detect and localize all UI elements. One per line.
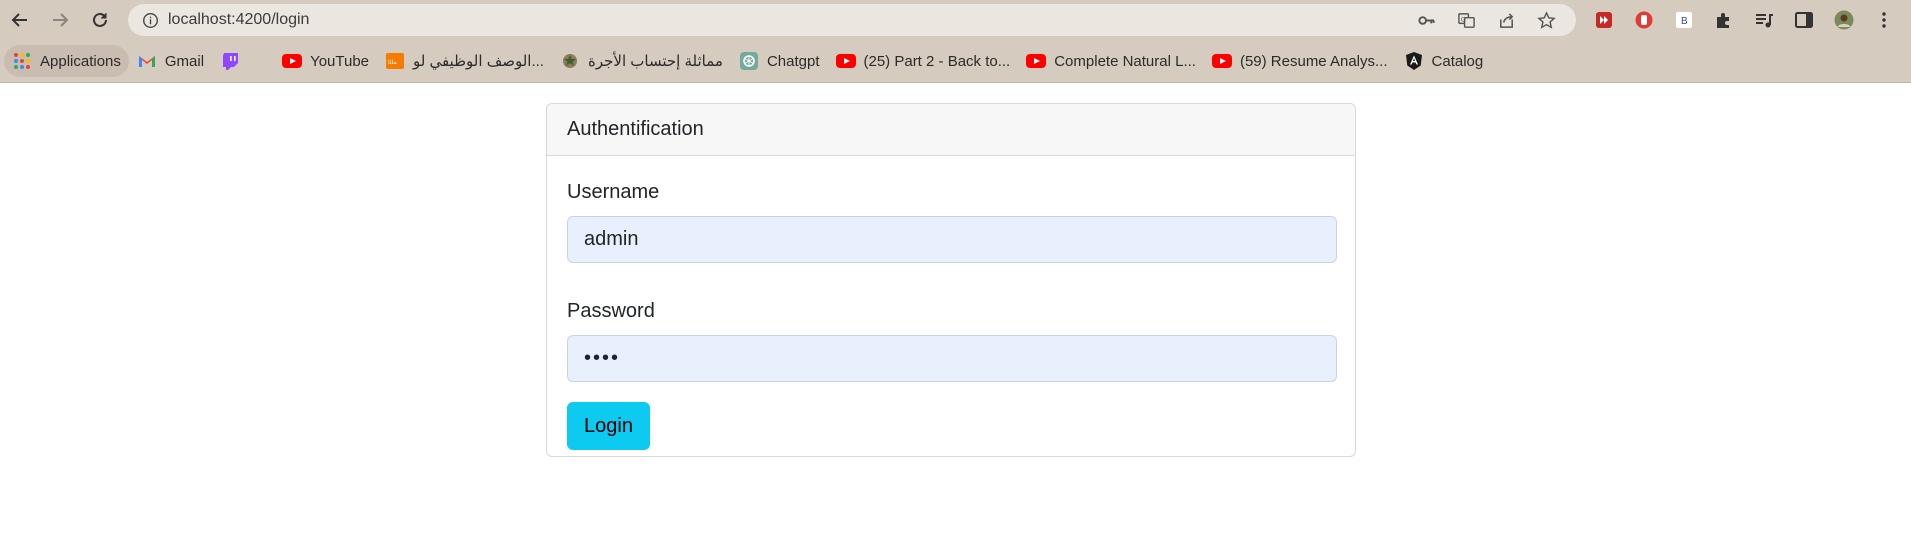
password-input[interactable]	[567, 335, 1337, 382]
back-button[interactable]	[0, 0, 40, 40]
bookmark-job-description[interactable]: ﻪﻠﻟا الوصف الوظيفي لو...	[377, 45, 552, 77]
svg-text:B: B	[1681, 16, 1688, 27]
star-icon[interactable]	[1526, 4, 1566, 36]
side-panel-icon[interactable]	[1784, 0, 1824, 40]
bookmark-label: YouTube	[310, 52, 370, 70]
bookmark-part2-video[interactable]: (25) Part 2 - Back to...	[828, 45, 1019, 77]
site-info-icon[interactable]	[132, 4, 168, 36]
url-text: localhost:4200/login	[168, 11, 310, 28]
angular-icon	[1404, 51, 1424, 71]
apps-grid-icon	[12, 51, 32, 71]
bookmarks-bar: Applications Gmail YouTube ﻪﻠﻟا الوصف ال…	[0, 40, 1911, 83]
password-label: Password	[567, 300, 655, 322]
username-label: Username	[567, 181, 660, 203]
extension-b-icon[interactable]: B	[1664, 0, 1704, 40]
youtube-icon	[282, 51, 303, 71]
bookmark-label: Catalog	[1431, 52, 1484, 70]
reload-button[interactable]	[80, 0, 120, 40]
bookmark-label: الوصف الوظيفي لو...	[413, 53, 544, 70]
arrow-right-icon	[53, 13, 69, 27]
card-header: Authentification	[547, 104, 1355, 156]
forward-button[interactable]	[40, 0, 80, 40]
youtube-icon	[1211, 51, 1232, 71]
bookmark-catalog[interactable]: Catalog	[1396, 45, 1492, 77]
arrow-left-icon	[11, 13, 27, 27]
share-icon[interactable]	[1486, 4, 1526, 36]
svg-text:ﻪﻠﻟا: ﻪﻠﻟا	[388, 59, 397, 66]
username-input[interactable]	[567, 216, 1337, 263]
extension-red-play-icon[interactable]	[1584, 0, 1624, 40]
login-card: Authentification Username Password Login	[546, 103, 1356, 457]
extensions-puzzle-icon[interactable]	[1704, 0, 1744, 40]
media-queue-icon[interactable]	[1744, 0, 1784, 40]
twitch-icon	[220, 51, 240, 71]
bookmark-resume-video[interactable]: (59) Resume Analys...	[1204, 45, 1396, 77]
site-logo-icon: ﻪﻠﻟا	[385, 51, 405, 71]
gmail-icon	[137, 51, 157, 71]
svg-text:G: G	[1460, 16, 1465, 23]
login-button[interactable]: Login	[567, 402, 650, 450]
bookmark-youtube[interactable]: YouTube	[274, 45, 377, 77]
key-icon[interactable]	[1406, 4, 1446, 36]
chrome-menu-icon[interactable]	[1864, 0, 1904, 40]
bookmark-fare-calculation[interactable]: مماثلة إحتساب الأجرة	[552, 45, 731, 77]
youtube-icon	[1026, 51, 1047, 71]
bookmark-label: Complete Natural L...	[1054, 52, 1196, 70]
reload-icon	[93, 12, 107, 27]
bookmark-applications[interactable]: Applications	[4, 45, 129, 77]
bookmark-twitch[interactable]	[212, 45, 248, 77]
bookmark-chatgpt[interactable]: Chatgpt	[731, 45, 828, 77]
bookmark-gmail[interactable]: Gmail	[129, 45, 212, 77]
chatgpt-icon	[739, 51, 759, 71]
youtube-icon	[835, 51, 856, 71]
bookmark-label: (25) Part 2 - Back to...	[863, 52, 1011, 70]
bookmark-label: Applications	[40, 52, 121, 70]
bookmark-label: Gmail	[164, 52, 205, 70]
profile-avatar[interactable]	[1824, 0, 1864, 40]
extension-adblock-icon[interactable]	[1624, 0, 1664, 40]
bookmark-natural-language-video[interactable]: Complete Natural L...	[1018, 45, 1204, 77]
login-form: Username Password Login	[547, 156, 1355, 450]
bookmark-label: Chatgpt	[766, 52, 820, 70]
bookmark-label: مماثلة إحتساب الأجرة	[587, 53, 723, 70]
browser-toolbar: localhost:4200/login G B	[0, 0, 1911, 40]
bookmark-label: (59) Resume Analys...	[1239, 52, 1388, 70]
address-bar[interactable]: localhost:4200/login G	[128, 4, 1576, 36]
emblem-icon	[560, 51, 580, 71]
translate-icon[interactable]: G	[1446, 4, 1486, 36]
